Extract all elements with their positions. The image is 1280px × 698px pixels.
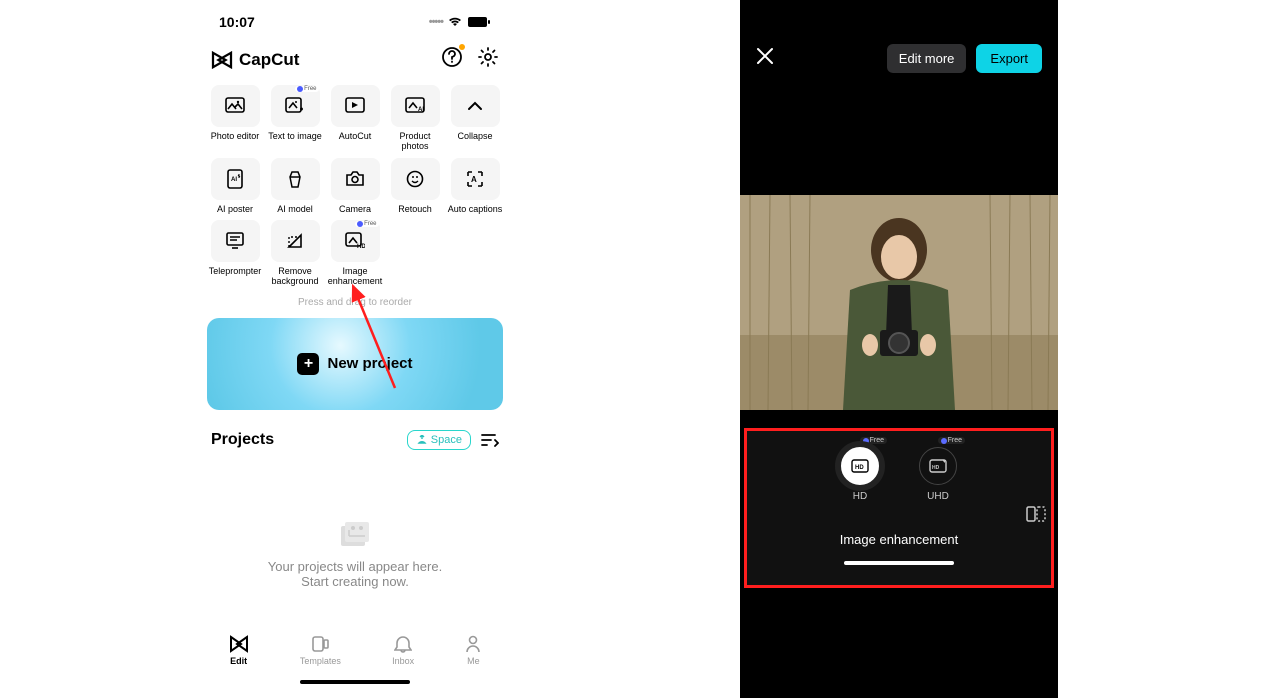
status-icons: ••••• xyxy=(429,16,491,28)
settings-button[interactable] xyxy=(477,46,499,73)
battery-icon xyxy=(467,16,491,28)
tool-auto-captions[interactable]: AAuto captions xyxy=(447,158,503,214)
svg-text:HD: HD xyxy=(357,244,365,250)
space-button[interactable]: Space xyxy=(407,430,471,450)
free-badge: Free xyxy=(938,437,965,444)
free-badge: Free xyxy=(295,86,318,92)
tool-camera[interactable]: Camera xyxy=(327,158,383,214)
svg-text:HD: HD xyxy=(855,465,864,471)
status-time: 10:07 xyxy=(219,14,255,30)
app-header: CapCut xyxy=(203,40,507,85)
enhancement-panel: Free HD HD Free HD UHD Image enhancement xyxy=(744,428,1054,588)
quality-uhd[interactable]: Free HD UHD xyxy=(919,447,957,502)
nav-me[interactable]: Me xyxy=(465,635,481,666)
tool-product-photos[interactable]: AIProduct photos xyxy=(387,85,443,152)
svg-text:A: A xyxy=(471,175,477,184)
svg-text:AI: AI xyxy=(231,177,237,183)
app-logo: CapCut xyxy=(211,50,299,70)
nav-templates[interactable]: Templates xyxy=(300,635,341,666)
quality-options: Free HD HD Free HD UHD xyxy=(841,447,957,502)
empty-line2: Start creating now. xyxy=(203,574,507,589)
plus-icon: + xyxy=(297,353,319,375)
image-preview xyxy=(740,195,1058,410)
projects-title: Projects xyxy=(211,431,274,449)
notification-dot-icon xyxy=(459,44,465,50)
tool-photo-editor[interactable]: Photo editor xyxy=(207,85,263,152)
tool-teleprompter[interactable]: Teleprompter xyxy=(207,220,263,287)
quality-hd[interactable]: Free HD HD xyxy=(841,447,879,502)
projects-header: Projects Space xyxy=(203,420,507,460)
nav-edit[interactable]: Edit xyxy=(229,635,249,666)
export-button[interactable]: Export xyxy=(976,44,1042,73)
help-button[interactable] xyxy=(441,46,463,73)
svg-text:AI: AI xyxy=(418,107,424,113)
tool-image-enhancement[interactable]: FreeHDImage enhancement xyxy=(327,220,383,287)
panel-title: Image enhancement xyxy=(840,532,959,547)
wifi-icon xyxy=(447,16,463,28)
brand-name: CapCut xyxy=(239,50,299,70)
status-bar: 10:07 ••••• xyxy=(203,14,507,40)
edit-more-button[interactable]: Edit more xyxy=(887,44,967,73)
editor-top-bar: Edit more Export xyxy=(740,0,1058,85)
compare-button[interactable] xyxy=(1026,504,1046,529)
nav-inbox[interactable]: Inbox xyxy=(392,635,414,666)
sort-button[interactable] xyxy=(481,433,499,447)
tool-text-to-image[interactable]: FreeText to image xyxy=(267,85,323,152)
tool-autocut[interactable]: AutoCut xyxy=(327,85,383,152)
tool-ai-model[interactable]: AI model xyxy=(267,158,323,214)
tool-retouch[interactable]: Retouch xyxy=(387,158,443,214)
new-project-label: New project xyxy=(327,355,412,372)
signal-dots: ••••• xyxy=(429,16,443,28)
bottom-nav: Edit Templates Inbox Me xyxy=(203,619,507,676)
drag-hint: Press and drag to reorder xyxy=(203,297,507,308)
empty-line1: Your projects will appear here. xyxy=(203,559,507,574)
preview-photo xyxy=(740,195,1058,410)
new-project-button[interactable]: + New project xyxy=(207,318,503,410)
home-indicator xyxy=(300,680,410,684)
empty-state: Your projects will appear here. Start cr… xyxy=(203,520,507,589)
tool-grid: Photo editor FreeText to image AutoCut A… xyxy=(203,85,507,287)
svg-text:HD: HD xyxy=(932,465,940,471)
free-badge: Free xyxy=(355,221,378,227)
phone-home-screen: 10:07 ••••• CapCut Photo ed xyxy=(195,0,515,698)
close-button[interactable] xyxy=(756,47,774,71)
tool-collapse[interactable]: Collapse xyxy=(447,85,503,152)
tool-remove-background[interactable]: Remove background xyxy=(267,220,323,287)
phone-editor-screen: Edit more Export xyxy=(740,0,1058,698)
home-indicator xyxy=(844,561,954,565)
tool-ai-poster[interactable]: AIAI poster xyxy=(207,158,263,214)
